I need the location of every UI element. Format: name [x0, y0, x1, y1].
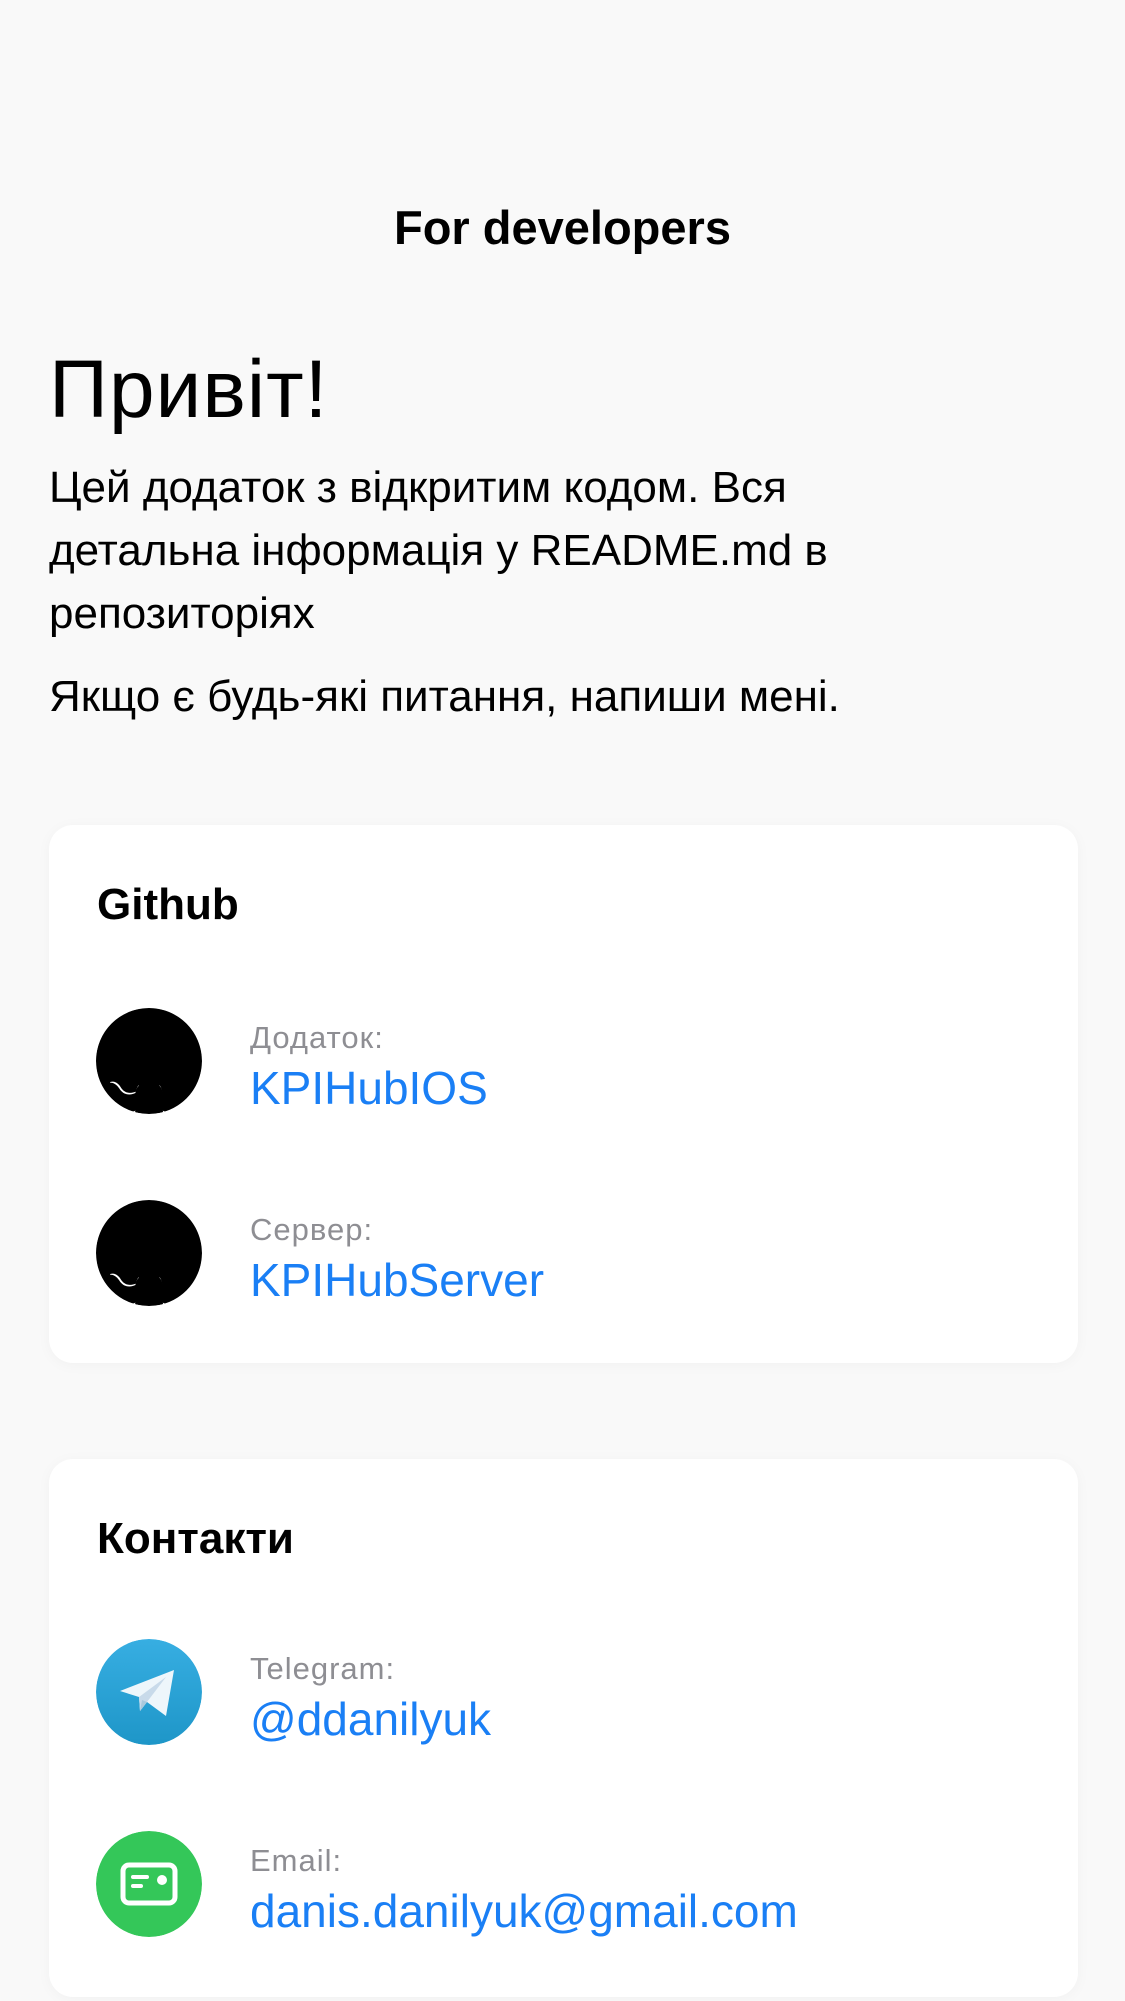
- contacts-card-title: Контакти: [97, 1514, 294, 1563]
- telegram-link[interactable]: @ddanilyuk: [250, 1691, 491, 1747]
- email-icon: [96, 1831, 202, 1937]
- contacts-card: Контакти Telegram: @ddanilyuk Email: dan…: [49, 1459, 1078, 1997]
- github-icon: [96, 1008, 202, 1114]
- email-label: Email:: [250, 1843, 343, 1878]
- navigation-title: For developers: [394, 201, 731, 254]
- github-card: Github Додаток: KPIHubIOS Сервер: KPIHub…: [49, 825, 1078, 1363]
- github-server-label: Сервер:: [250, 1212, 374, 1247]
- telegram-icon: [96, 1639, 202, 1745]
- github-card-title: Github: [97, 880, 239, 929]
- github-app-label: Додаток:: [250, 1020, 384, 1055]
- github-app-row[interactable]: Додаток: KPIHubIOS: [96, 1008, 1036, 1116]
- intro-section: Привіт! Цей додаток з відкритим кодом. В…: [49, 340, 1079, 728]
- telegram-label: Telegram:: [250, 1651, 396, 1686]
- greeting-title: Привіт!: [49, 344, 329, 435]
- intro-contact-note: Якщо є будь-які питання, напиши мені.: [49, 672, 840, 721]
- github-app-link[interactable]: KPIHubIOS: [250, 1060, 488, 1116]
- github-server-link[interactable]: KPIHubServer: [250, 1252, 544, 1308]
- github-icon: [96, 1200, 202, 1306]
- email-row[interactable]: Email: danis.danilyuk@gmail.com: [96, 1831, 1036, 1939]
- github-server-row[interactable]: Сервер: KPIHubServer: [96, 1200, 1036, 1308]
- telegram-row[interactable]: Telegram: @ddanilyuk: [96, 1639, 1036, 1747]
- email-link[interactable]: danis.danilyuk@gmail.com: [250, 1883, 798, 1939]
- intro-description: Цей додаток з відкритим кодом. Вся детал…: [49, 463, 828, 638]
